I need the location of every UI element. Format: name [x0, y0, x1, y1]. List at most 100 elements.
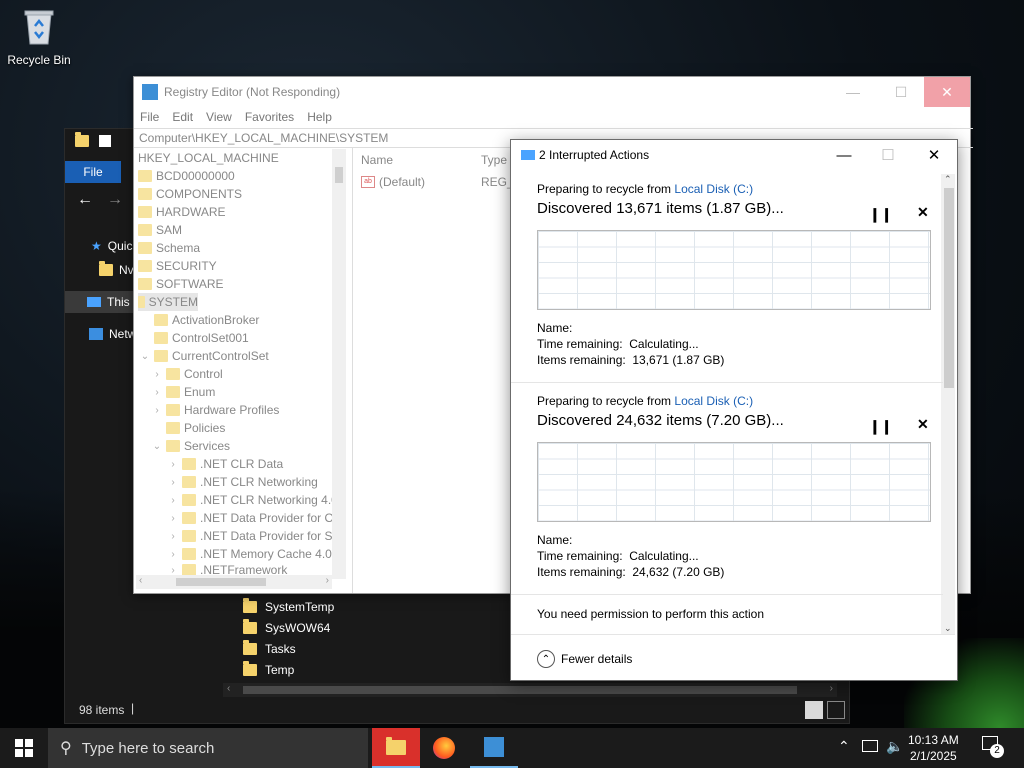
menu-view[interactable]: View	[206, 110, 232, 124]
cancel-button[interactable]: ✕	[917, 416, 929, 433]
tree-node[interactable]: › .NET CLR Data	[168, 455, 283, 473]
tree-node[interactable]: › .NET Data Provider for Sc	[168, 527, 338, 545]
scroll-right-icon[interactable]: ›	[830, 683, 833, 694]
chevron-down-icon[interactable]: ⌄	[140, 351, 150, 362]
chevron-right-icon[interactable]: ›	[168, 531, 178, 542]
regedit-title-bar[interactable]: Registry Editor (Not Responding) — ☐ ✕	[134, 77, 970, 107]
start-button[interactable]	[0, 728, 48, 768]
dialog-vertical-scrollbar[interactable]: ⌃ ⌄	[941, 174, 955, 634]
nav-item-network[interactable]: Netw	[89, 327, 136, 341]
pause-button[interactable]: ❙❙	[869, 206, 892, 223]
menu-edit[interactable]: Edit	[172, 110, 193, 124]
close-button[interactable]: ✕	[924, 77, 970, 107]
tree-vertical-scrollbar[interactable]	[332, 149, 346, 579]
scroll-thumb[interactable]	[176, 578, 266, 586]
pause-button[interactable]: ❙❙	[869, 418, 892, 435]
file-row[interactable]: SystemTemp 2	[243, 597, 523, 617]
properties-icon[interactable]	[99, 135, 111, 147]
tree-node[interactable]: ⌄ Services	[152, 437, 230, 455]
taskbar-registry-editor[interactable]	[470, 728, 518, 768]
tree-node[interactable]: HARDWARE	[138, 203, 226, 221]
tree-node[interactable]: ActivationBroker	[154, 311, 259, 329]
chevron-up-icon[interactable]: ⌃	[838, 738, 850, 755]
horizontal-scrollbar[interactable]: ‹ ›	[223, 683, 837, 697]
menu-favorites[interactable]: Favorites	[245, 110, 294, 124]
tree-node[interactable]: BCD00000000	[138, 167, 235, 185]
tree-node[interactable]: Schema	[138, 239, 200, 257]
tree-node[interactable]: › Control	[152, 365, 222, 383]
tree-node[interactable]: HKEY_LOCAL_MACHINE	[138, 149, 279, 167]
interrupted-actions-dialog[interactable]: 2 Interrupted Actions — ☐ ✕ ⌃ ⌄ Preparin…	[510, 139, 958, 681]
large-icons-view-icon[interactable]	[827, 701, 845, 719]
scroll-left-icon[interactable]: ‹	[227, 683, 230, 694]
file-row[interactable]: Temp 2	[243, 660, 523, 680]
system-clock[interactable]: 10:13 AM 2/1/2025	[908, 732, 959, 764]
source-link[interactable]: Local Disk (C:)	[674, 182, 753, 196]
network-icon[interactable]	[862, 740, 878, 752]
taskbar-search-box[interactable]: ⚲ Type here to search	[48, 728, 368, 768]
nav-item-quick-access[interactable]: ★ Quic	[91, 239, 132, 253]
tree-node[interactable]: › .NET CLR Networking 4.0	[168, 491, 338, 509]
tree-node[interactable]: › Hardware Profiles	[152, 401, 279, 419]
chevron-right-icon[interactable]: ›	[168, 565, 178, 576]
menu-help[interactable]: Help	[307, 110, 332, 124]
taskbar-file-explorer[interactable]	[372, 728, 420, 768]
tree-node[interactable]: ControlSet001	[154, 329, 249, 347]
scroll-up-icon[interactable]: ⌃	[944, 174, 952, 185]
folder-icon[interactable]	[75, 132, 89, 147]
tree-horizontal-scrollbar[interactable]: ‹ ›	[136, 575, 332, 589]
tree-node[interactable]: › Enum	[152, 383, 215, 401]
fewer-details-button[interactable]: ⌃ Fewer details	[537, 650, 632, 668]
tree-node[interactable]: SECURITY	[138, 257, 217, 275]
permission-message[interactable]: You need permission to perform this acti…	[537, 607, 764, 621]
recycle-bin-desktop-icon[interactable]: Recycle Bin	[4, 6, 74, 67]
tree-node[interactable]: SOFTWARE	[138, 275, 224, 293]
maximize-button[interactable]: ☐	[878, 77, 924, 107]
dialog-title-bar[interactable]: 2 Interrupted Actions — ☐ ✕	[511, 140, 957, 170]
tree-node[interactable]: Policies	[166, 419, 225, 437]
tree-node[interactable]: ⌄ CurrentControlSet	[140, 347, 269, 365]
column-header-type[interactable]: Type	[481, 153, 507, 167]
chevron-right-icon[interactable]: ›	[168, 549, 178, 560]
chevron-right-icon[interactable]: ›	[168, 477, 178, 488]
minimize-button[interactable]: —	[830, 77, 876, 107]
column-header-name[interactable]: Name	[361, 153, 393, 167]
chevron-right-icon[interactable]: ›	[168, 513, 178, 524]
cancel-button[interactable]: ✕	[917, 204, 929, 221]
scroll-left-icon[interactable]: ‹	[139, 575, 142, 586]
menu-file[interactable]: File	[140, 110, 159, 124]
chevron-right-icon[interactable]: ›	[152, 369, 162, 380]
tree-node[interactable]: SAM	[138, 221, 182, 239]
chevron-down-icon[interactable]: ⌄	[152, 441, 162, 452]
source-link[interactable]: Local Disk (C:)	[674, 394, 753, 408]
close-button[interactable]: ✕	[911, 140, 957, 170]
value-row[interactable]: ab (Default)	[361, 175, 425, 189]
details-view-icon[interactable]	[805, 701, 823, 719]
forward-arrow-icon[interactable]: →	[107, 191, 123, 209]
scroll-thumb[interactable]	[335, 167, 343, 183]
registry-tree[interactable]: HKEY_LOCAL_MACHINE BCD00000000 COMPONENT…	[134, 147, 348, 593]
chevron-right-icon[interactable]: ›	[152, 387, 162, 398]
file-row[interactable]: Tasks 1	[243, 639, 523, 659]
scroll-right-icon[interactable]: ›	[326, 575, 329, 586]
chevron-right-icon[interactable]: ›	[168, 459, 178, 470]
tree-node[interactable]: COMPONENTS	[138, 185, 242, 203]
scroll-thumb[interactable]	[243, 686, 797, 694]
scroll-down-icon[interactable]: ⌄	[944, 623, 952, 634]
maximize-button[interactable]: ☐	[865, 140, 911, 170]
values-pane[interactable]: Name Type ab (Default) REG_S	[352, 147, 522, 593]
scroll-thumb[interactable]	[944, 188, 954, 388]
nav-item-nv[interactable]: Nv	[99, 261, 134, 277]
tree-node[interactable]: › .NET Data Provider for O	[168, 509, 334, 527]
volume-muted-icon[interactable]: 🔈	[886, 738, 903, 755]
notification-center-button[interactable]: 2	[982, 736, 1004, 758]
taskbar-firefox[interactable]	[420, 728, 468, 768]
file-row[interactable]: SysWOW64 1	[243, 618, 523, 638]
tree-node-selected[interactable]: SYSTEM	[138, 293, 198, 311]
chevron-right-icon[interactable]: ›	[168, 495, 178, 506]
file-tab[interactable]: File	[65, 161, 121, 183]
back-arrow-icon[interactable]: ←	[77, 191, 93, 209]
tree-node[interactable]: › .NET CLR Networking	[168, 473, 318, 491]
chevron-right-icon[interactable]: ›	[152, 405, 162, 416]
nav-item-this-pc[interactable]: This	[65, 291, 135, 313]
